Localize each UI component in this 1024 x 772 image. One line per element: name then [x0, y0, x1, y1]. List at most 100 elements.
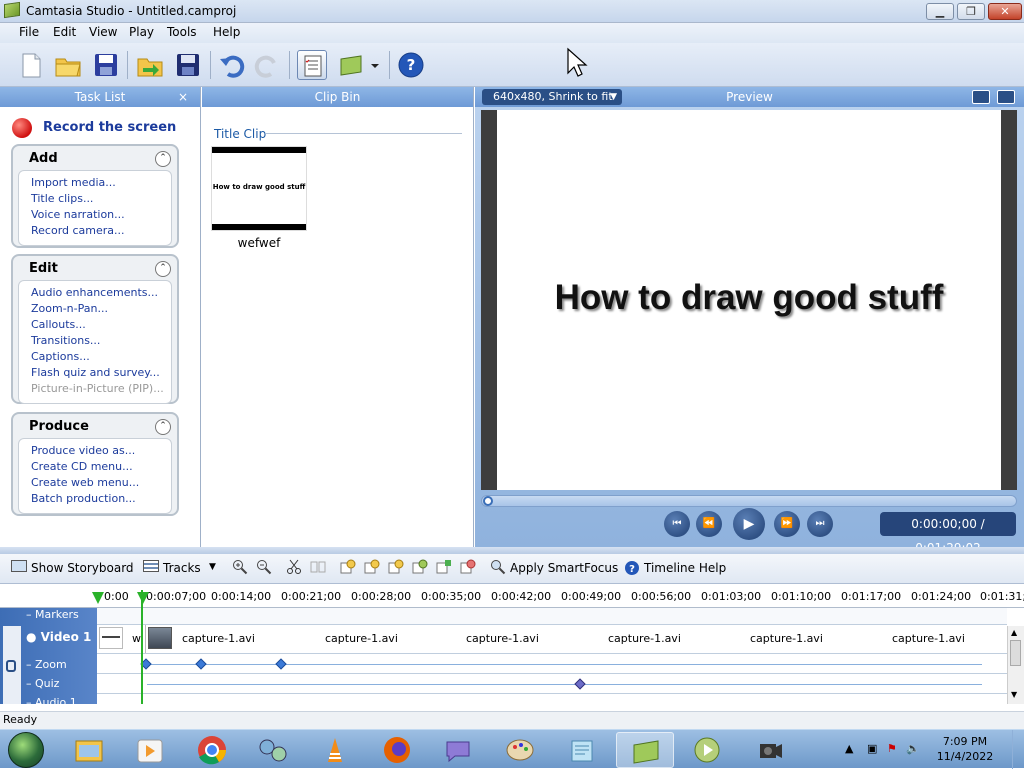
fullscreen-preview-icon[interactable]	[972, 90, 990, 104]
video-clip[interactable]: capture-1.avi	[892, 625, 965, 652]
pidgin-taskbar-icon[interactable]	[429, 732, 487, 768]
fast-forward-icon[interactable]: ⏩	[774, 511, 800, 537]
notepad-taskbar-icon[interactable]	[553, 732, 611, 768]
zoom-out-icon[interactable]	[256, 559, 272, 578]
maximize-button[interactable]: ❐	[957, 3, 985, 20]
flash-quiz-link[interactable]: Flash quiz and survey...	[31, 365, 171, 381]
track-label-audio-1[interactable]: – Audio 1	[26, 696, 77, 704]
video-clip-thumb-icon[interactable]	[148, 627, 172, 649]
collapse-produce-icon[interactable]: ⌃	[155, 419, 171, 435]
scroll-thumb[interactable]	[1010, 640, 1021, 666]
timeline-splitter[interactable]	[0, 547, 1024, 554]
cut-icon[interactable]	[286, 559, 302, 578]
rewind-icon[interactable]: ⏪	[696, 511, 722, 537]
detach-preview-icon[interactable]	[997, 90, 1015, 104]
title-clip-thumb-icon[interactable]	[99, 627, 123, 649]
add-zoom-icon[interactable]	[340, 559, 356, 578]
help-icon[interactable]: ?	[396, 50, 426, 80]
show-desktop-button[interactable]	[1012, 730, 1024, 769]
play-icon[interactable]: ▶	[733, 508, 765, 540]
add-quiz-icon[interactable]	[436, 559, 452, 578]
tracks-dropdown-button[interactable]: Tracks	[163, 558, 201, 578]
timeline-tracks[interactable]: w capture-1.avi capture-1.avi capture-1.…	[97, 608, 1007, 704]
file-explorer-taskbar-icon[interactable]	[60, 732, 118, 768]
camtasia-player-taskbar-icon[interactable]	[678, 732, 736, 768]
camtasia-tools-dropdown-icon[interactable]	[336, 50, 380, 80]
collapse-edit-icon[interactable]: ⌃	[155, 261, 171, 277]
quiz-marker[interactable]	[574, 678, 586, 690]
new-project-icon[interactable]	[16, 50, 46, 80]
menu-file[interactable]: File	[15, 25, 43, 39]
zoom-in-icon[interactable]	[232, 559, 248, 578]
import-media-icon[interactable]	[135, 50, 165, 80]
title-clip-label[interactable]: w	[132, 625, 141, 652]
jump-to-end-icon[interactable]: ⏭	[807, 511, 833, 537]
voice-narration-link[interactable]: Voice narration...	[31, 207, 171, 223]
scroll-up-icon[interactable]: ▲	[1011, 628, 1017, 637]
paint-taskbar-icon[interactable]	[491, 732, 549, 768]
track-label-markers[interactable]: – Markers	[26, 608, 79, 621]
chrome-taskbar-icon[interactable]	[183, 732, 241, 768]
network-tool-taskbar-icon[interactable]	[244, 732, 302, 768]
menu-play[interactable]: Play	[125, 25, 158, 39]
audio-1-row[interactable]	[97, 694, 1007, 704]
video-clip[interactable]: capture-1.avi	[750, 625, 823, 652]
show-storyboard-button[interactable]: Show Storyboard	[31, 558, 134, 578]
callouts-link[interactable]: Callouts...	[31, 317, 171, 333]
video-clip[interactable]: capture-1.avi	[182, 625, 255, 652]
firefox-taskbar-icon[interactable]	[368, 732, 426, 768]
create-cd-menu-link[interactable]: Create CD menu...	[31, 459, 171, 475]
create-web-menu-link[interactable]: Create web menu...	[31, 475, 171, 491]
taskbar-clock[interactable]: 7:09 PM 11/4/2022	[930, 734, 1000, 764]
menu-view[interactable]: View	[85, 25, 121, 39]
add-callout-icon[interactable]	[364, 559, 380, 578]
clip-name[interactable]: wefwef	[212, 236, 306, 250]
video-clip[interactable]: capture-1.avi	[608, 625, 681, 652]
record-camera-link[interactable]: Record camera...	[31, 223, 171, 239]
close-button[interactable]: ✕	[988, 3, 1022, 20]
save-project-icon[interactable]	[91, 50, 121, 80]
menu-edit[interactable]: Edit	[49, 25, 80, 39]
batch-production-link[interactable]: Batch production...	[31, 491, 171, 507]
import-media-link[interactable]: Import media...	[31, 175, 171, 191]
preview-seek-bar[interactable]	[481, 495, 1017, 507]
add-caption-icon[interactable]	[412, 559, 428, 578]
playhead-handle[interactable]	[137, 592, 149, 604]
task-list-toggle-icon[interactable]	[297, 50, 327, 80]
zoom-row[interactable]	[97, 654, 1007, 674]
title-clips-link[interactable]: Title clips...	[31, 191, 171, 207]
undo-icon[interactable]	[217, 50, 247, 80]
split-icon[interactable]	[310, 559, 326, 578]
track-label-video-1[interactable]: ● Video 1	[26, 630, 91, 644]
menu-help[interactable]: Help	[209, 25, 244, 39]
timeline-help-button[interactable]: Timeline Help	[644, 558, 726, 578]
produce-video-link[interactable]: Produce video as...	[31, 443, 171, 459]
zoom-keyframe[interactable]	[195, 658, 207, 670]
show-hidden-icons-icon[interactable]: ▲	[845, 742, 853, 755]
jump-to-start-icon[interactable]: ⏮	[664, 511, 690, 537]
redo-icon[interactable]	[252, 50, 282, 80]
vlc-taskbar-icon[interactable]	[306, 732, 364, 768]
zoom-n-pan-link[interactable]: Zoom-n-Pan...	[31, 301, 171, 317]
transitions-link[interactable]: Transitions...	[31, 333, 171, 349]
add-transition-icon[interactable]	[460, 559, 476, 578]
start-button-icon[interactable]	[8, 732, 44, 768]
captions-link[interactable]: Captions...	[31, 349, 171, 365]
track-label-quiz[interactable]: – Quiz	[26, 677, 59, 690]
tracks-dropdown-arrow-icon[interactable]: ▼	[209, 562, 216, 572]
preview-size-dropdown[interactable]: 640x480, Shrink to fit ▼	[482, 89, 622, 105]
action-center-icon[interactable]: ⚑	[887, 742, 897, 755]
video-clip[interactable]: capture-1.avi	[325, 625, 398, 652]
open-project-icon[interactable]	[53, 50, 83, 80]
camtasia-taskbar-icon[interactable]	[616, 732, 674, 768]
seek-handle[interactable]	[483, 496, 493, 506]
volume-icon[interactable]: 🔈	[906, 742, 920, 755]
markers-row[interactable]	[97, 608, 1007, 625]
lock-icon[interactable]	[6, 660, 16, 672]
timeline-vertical-scrollbar[interactable]: ▲ ▼	[1007, 626, 1024, 704]
camtasia-recorder-taskbar-icon[interactable]	[740, 732, 798, 768]
title-clip-thumbnail[interactable]: How to draw good stuff	[212, 147, 306, 230]
quiz-row[interactable]	[97, 674, 1007, 694]
media-player-taskbar-icon[interactable]	[121, 732, 179, 768]
save-as-icon[interactable]	[173, 50, 203, 80]
